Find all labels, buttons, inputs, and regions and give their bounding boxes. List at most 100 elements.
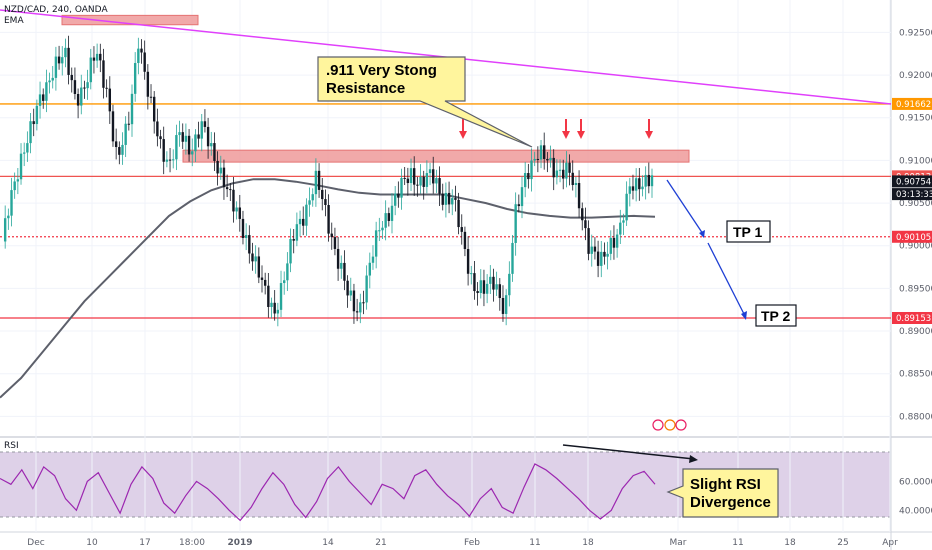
- rsi-tick-label: 40.0000: [899, 506, 932, 516]
- candle-body: [7, 215, 10, 219]
- price-tick-label: 0.91000: [899, 156, 932, 166]
- event-icons[interactable]: [652, 419, 687, 431]
- event-flag-icon[interactable]: [675, 419, 687, 431]
- candle-body: [634, 178, 638, 191]
- candle-body: [289, 238, 292, 264]
- candle-body: [45, 82, 48, 101]
- candle-body: [479, 280, 482, 294]
- candle-body: [286, 263, 289, 281]
- candle-body: [444, 192, 448, 205]
- level-badge-text: 03:13:33: [896, 190, 932, 200]
- candle-body: [343, 262, 346, 281]
- level-badge-text: 0.90754: [896, 177, 931, 187]
- candle-body: [222, 167, 226, 188]
- tp2-label[interactable]: TP 2: [755, 304, 797, 327]
- candle-body: [485, 283, 489, 294]
- candle-body: [118, 147, 121, 155]
- candle-body: [200, 121, 203, 139]
- candle-body: [447, 192, 451, 205]
- candle-body: [194, 134, 197, 152]
- candle-body: [650, 175, 654, 187]
- candle-body: [631, 186, 635, 191]
- time-tick-label: 21: [375, 538, 386, 548]
- candle-body: [35, 105, 39, 125]
- rsi-tick-label: 60.0000: [899, 477, 932, 487]
- time-tick-label: Mar: [670, 538, 687, 548]
- candle-body: [282, 280, 286, 284]
- candle-body: [504, 295, 508, 314]
- candle-body: [539, 145, 543, 160]
- candle-body: [16, 179, 20, 182]
- rsi-callout-line-2: Divergence: [690, 494, 771, 511]
- candle-body: [495, 284, 498, 290]
- candle-body: [365, 275, 368, 303]
- candle-body: [327, 204, 330, 234]
- candle-body: [191, 151, 194, 155]
- rsi-divergence-callout[interactable]: Slight RSI Divergence: [666, 468, 779, 518]
- candle-body: [381, 227, 384, 231]
- price-axis[interactable]: 0.92500 0.92000 0.91500 0.91000 0.90500 0.900…: [892, 28, 932, 516]
- event-flag-icon[interactable]: [652, 419, 664, 431]
- candle-body: [133, 63, 137, 94]
- candle-body: [210, 143, 213, 147]
- price-tick-label: 0.92500: [899, 28, 932, 38]
- callout-line-2: Resistance: [326, 80, 405, 97]
- candle-body: [438, 178, 441, 194]
- candle-body: [501, 297, 505, 314]
- candle-body: [552, 157, 555, 178]
- candle-body: [489, 276, 492, 284]
- candle-body: [406, 178, 410, 184]
- candle-body: [533, 158, 536, 161]
- candle-body: [86, 82, 89, 89]
- candle-body: [175, 135, 178, 160]
- candle-body: [76, 93, 80, 106]
- time-tick-label: 10: [86, 538, 98, 548]
- candle-body: [330, 233, 333, 238]
- candle-body: [279, 283, 283, 310]
- candle-body: [562, 169, 565, 179]
- event-flag-icon[interactable]: [664, 419, 676, 431]
- candle-body: [121, 144, 124, 155]
- candle-body: [298, 218, 302, 225]
- level-badge-text: 0.91662: [896, 100, 931, 110]
- chart-container: 0.92500 0.92000 0.91500 0.91000 0.90500 0.900…: [0, 0, 932, 550]
- price-tick-label: 0.89500: [899, 284, 932, 294]
- candle-body: [229, 189, 232, 191]
- price-chart[interactable]: 0.92500 0.92000 0.91500 0.91000 0.90500 0.900…: [0, 0, 932, 550]
- candle-body: [311, 194, 314, 201]
- candle-body: [51, 77, 54, 81]
- candle-body: [441, 193, 444, 205]
- candle-body: [3, 218, 7, 242]
- candle-body: [149, 96, 153, 98]
- candle-body: [203, 121, 207, 127]
- time-tick-label: 14: [322, 538, 334, 548]
- ema-legend: EMA: [4, 16, 24, 26]
- candle-body: [349, 290, 352, 296]
- candle-body: [178, 132, 181, 136]
- candle-body: [26, 143, 29, 153]
- candle-body: [590, 246, 593, 254]
- candle-body: [577, 183, 581, 209]
- candle-body: [95, 53, 99, 61]
- candle-body: [248, 235, 251, 254]
- candle-body: [638, 178, 641, 190]
- time-tick-label: 11: [732, 538, 743, 548]
- level-badge-text: 0.90105: [896, 233, 931, 243]
- candle-body: [162, 139, 165, 162]
- candle-body: [476, 291, 479, 294]
- candle-body: [181, 132, 184, 142]
- callout-line-1: .911 Very Stong: [326, 62, 437, 79]
- candle-body: [644, 174, 647, 187]
- candle-body: [206, 126, 210, 147]
- candle-body: [213, 143, 216, 161]
- candle-body: [324, 199, 327, 205]
- candle-body: [384, 213, 387, 228]
- time-axis[interactable]: Dec 10 17 18:00 2019 14 21 Feb 11 18 Mar 11 18 25 Apr: [27, 538, 898, 548]
- candle-body: [574, 183, 578, 186]
- time-tick-label: 18: [582, 538, 594, 548]
- tp1-label[interactable]: TP 1: [726, 220, 771, 243]
- candle-body: [48, 80, 51, 83]
- candle-body: [581, 208, 584, 221]
- candle-body: [19, 153, 23, 180]
- time-tick-label: 2019: [227, 538, 252, 548]
